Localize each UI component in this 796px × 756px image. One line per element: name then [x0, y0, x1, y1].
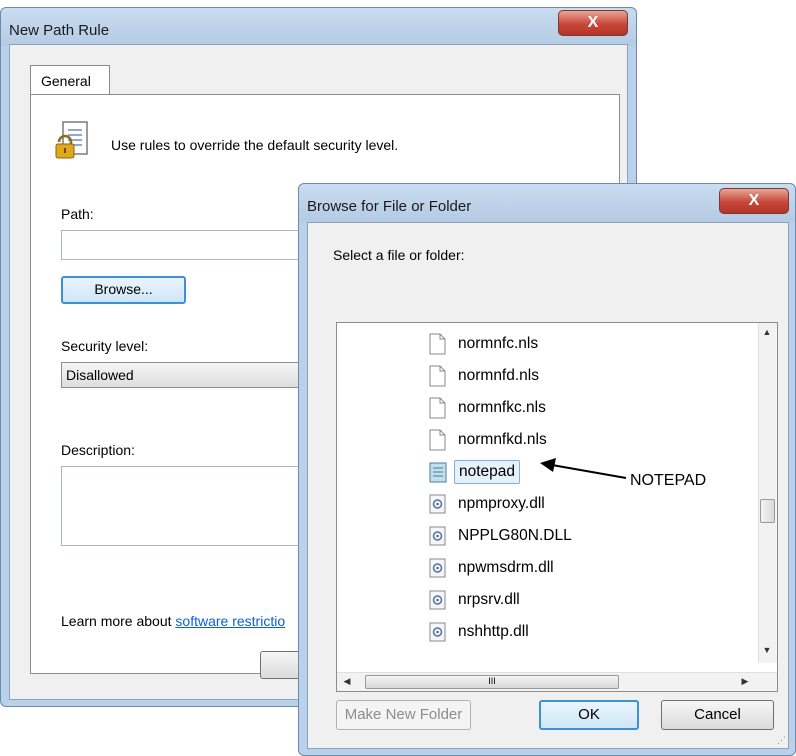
annotation-label: NOTEPAD [630, 472, 707, 489]
dll-icon [429, 589, 446, 611]
tree-item-label: normnfkc.nls [458, 399, 546, 416]
tree-item-label: npwmsdrm.dll [458, 559, 554, 576]
path-input[interactable] [61, 230, 321, 260]
file-icon [429, 333, 446, 355]
dialog-close-button[interactable]: X [719, 188, 789, 214]
tree-item[interactable]: normnfkd.nls [429, 425, 551, 455]
file-tree[interactable]: normnfc.nls normnfd.nls normnfkc.nls normnf… [336, 322, 778, 692]
tree-item[interactable]: npmproxy.dll [429, 489, 549, 519]
browse-button[interactable]: Browse... [61, 276, 186, 304]
scroll-left-icon[interactable]: ◀ [339, 676, 355, 687]
vertical-scrollbar[interactable]: ▲ ▼ [758, 323, 777, 663]
tree-item-label: notepad [454, 460, 521, 484]
tree-item[interactable]: normnfd.nls [429, 361, 543, 391]
learn-more-link[interactable]: software restrictio [175, 613, 285, 629]
tab-general[interactable]: General [30, 65, 110, 95]
make-new-folder-button[interactable]: Make New Folder [336, 700, 471, 730]
file-icon [429, 397, 446, 419]
notepad-icon [429, 461, 447, 483]
tree-item-label: nshhttp.dll [458, 623, 529, 640]
dialog-prompt: Select a file or folder: [333, 247, 465, 263]
dll-icon [429, 493, 446, 515]
info-text: Use rules to override the default securi… [111, 137, 399, 153]
dll-icon [429, 621, 446, 643]
title-bar: New Path Rule X [1, 8, 636, 46]
file-icon [429, 429, 446, 451]
tree-item[interactable]: npwmsdrm.dll [429, 553, 558, 583]
tree-item[interactable]: nrpsrv.dll [429, 585, 524, 615]
description-field[interactable] [61, 466, 321, 546]
file-icon [429, 365, 446, 387]
cancel-button[interactable]: Cancel [661, 700, 774, 730]
dialog-title: Browse for File or Folder [307, 198, 472, 215]
vertical-scroll-thumb[interactable] [760, 499, 775, 523]
tree-item-label: normnfkd.nls [458, 431, 547, 448]
path-label: Path: [61, 206, 94, 222]
scroll-right-icon[interactable]: ▶ [737, 676, 753, 687]
horizontal-scroll-thumb[interactable]: III [365, 675, 619, 689]
tree-item[interactable]: notepad [429, 457, 521, 487]
tree-item-label: normnfd.nls [458, 367, 539, 384]
dialog-title-bar: Browse for File or Folder X [299, 184, 795, 222]
tree-item[interactable]: NPPLG80N.DLL [429, 521, 576, 551]
make-new-folder-label: Make New Folder [344, 706, 463, 723]
browse-dialog: Browse for File or Folder X Select a fil… [298, 183, 796, 756]
dialog-body: Select a file or folder: normnfc.nls norm… [307, 222, 789, 749]
resize-grip-icon[interactable]: ⋰ [777, 735, 786, 746]
tree-item-label: npmproxy.dll [458, 495, 545, 512]
tree-item[interactable]: normnfc.nls [429, 329, 542, 359]
window-title: New Path Rule [9, 22, 110, 39]
ok-button[interactable]: OK [539, 700, 639, 730]
security-level-label: Security level: [61, 338, 149, 354]
learn-more-prefix: Learn more about [61, 613, 176, 629]
dll-icon [429, 525, 446, 547]
tree-item-label: nrpsrv.dll [458, 591, 520, 608]
tree-item-label: NPPLG80N.DLL [458, 527, 572, 544]
scroll-down-icon[interactable]: ▼ [759, 645, 775, 655]
lock-document-icon [55, 121, 88, 159]
tree-item[interactable]: normnfkc.nls [429, 393, 550, 423]
close-button[interactable]: X [558, 10, 628, 36]
learn-more-text: Learn more about software restrictio [61, 613, 285, 629]
scroll-up-icon[interactable]: ▲ [759, 327, 775, 337]
tree-item[interactable]: nshhttp.dll [429, 617, 533, 647]
tree-item-label: normnfc.nls [458, 335, 539, 352]
dll-icon [429, 557, 446, 579]
description-label: Description: [61, 442, 135, 458]
horizontal-scrollbar[interactable]: ◀ III ▶ [337, 672, 777, 691]
